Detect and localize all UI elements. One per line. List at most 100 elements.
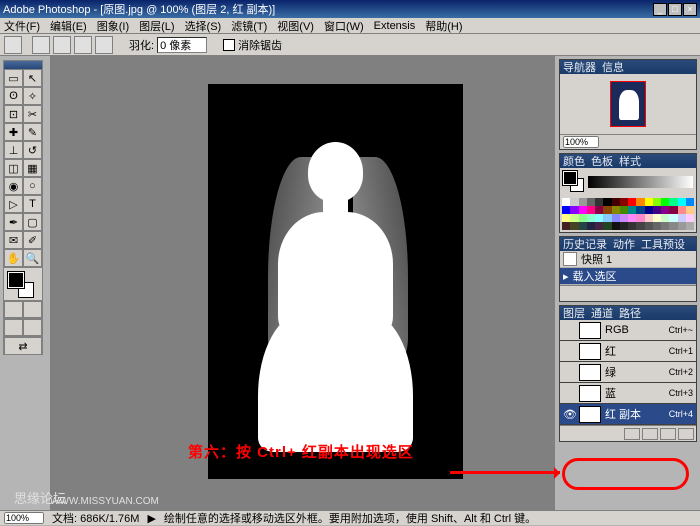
slice-tool-icon[interactable]: ✂ [23, 105, 42, 123]
navigator-zoom-input[interactable] [563, 136, 599, 148]
swatch-cell[interactable] [595, 214, 603, 222]
history-snapshot-row[interactable]: 快照 1 [560, 251, 696, 268]
toolbox-header[interactable] [4, 61, 42, 69]
swatch-cell[interactable] [661, 206, 669, 214]
tab-styles[interactable]: 样式 [619, 153, 641, 169]
swatch-cell[interactable] [579, 222, 587, 230]
selection-add-icon[interactable] [53, 36, 71, 54]
channel-thumbnail[interactable] [579, 406, 601, 423]
stamp-tool-icon[interactable]: ⊥ [4, 141, 23, 159]
menu-extensis[interactable]: Extensis [374, 20, 416, 32]
lasso-tool-icon[interactable] [4, 36, 22, 54]
swatch-cell[interactable] [653, 214, 661, 222]
move-tool-icon[interactable]: ↖ [23, 69, 42, 87]
swatch-cell[interactable] [620, 198, 628, 206]
new-channel-icon[interactable] [660, 428, 676, 440]
swatch-cell[interactable] [620, 222, 628, 230]
menu-view[interactable]: 视图(V) [277, 18, 314, 34]
jump-to-icon[interactable]: ⇄ [4, 337, 42, 355]
swatch-cell[interactable] [603, 214, 611, 222]
standard-mode-icon[interactable] [4, 301, 23, 318]
swatch-cell[interactable] [636, 214, 644, 222]
visibility-icon[interactable] [563, 324, 575, 336]
channel-row[interactable]: 蓝Ctrl+3 [560, 383, 696, 404]
swatch-cell[interactable] [645, 222, 653, 230]
screen-mode-1-icon[interactable] [4, 319, 23, 336]
swatch-cell[interactable] [645, 214, 653, 222]
tab-color[interactable]: 颜色 [563, 153, 585, 169]
lasso-tool-icon[interactable]: ʘ [4, 87, 23, 105]
swatch-cell[interactable] [636, 198, 644, 206]
gradient-tool-icon[interactable]: ▦ [23, 159, 42, 177]
tab-channels[interactable]: 通道 [591, 305, 613, 321]
tab-navigator[interactable]: 导航器 [563, 59, 596, 75]
channel-row[interactable]: RGBCtrl+~ [560, 320, 696, 341]
swatch-cell[interactable] [579, 206, 587, 214]
swatch-cell[interactable] [612, 222, 620, 230]
hand-tool-icon[interactable]: ✋ [4, 249, 23, 267]
swatch-cell[interactable] [653, 198, 661, 206]
close-button[interactable]: × [683, 3, 697, 16]
swatch-cell[interactable] [603, 222, 611, 230]
selection-subtract-icon[interactable] [74, 36, 92, 54]
brush-tool-icon[interactable]: ✎ [23, 123, 42, 141]
swatch-cell[interactable] [645, 198, 653, 206]
type-tool-icon[interactable]: T [23, 195, 42, 213]
pen-tool-icon[interactable]: ✒ [4, 213, 23, 231]
dodge-tool-icon[interactable]: ○ [23, 177, 42, 195]
swatch-cell[interactable] [579, 214, 587, 222]
swatch-cell[interactable] [661, 222, 669, 230]
foreground-color-swatch[interactable] [8, 272, 24, 288]
swatch-cell[interactable] [620, 206, 628, 214]
minimize-button[interactable]: _ [653, 3, 667, 16]
swatch-cell[interactable] [570, 198, 578, 206]
shape-tool-icon[interactable]: ▢ [23, 213, 42, 231]
swatch-cell[interactable] [612, 198, 620, 206]
zoom-tool-icon[interactable]: 🔍 [23, 249, 42, 267]
tab-toolpresets[interactable]: 工具预设 [641, 236, 685, 252]
load-selection-icon[interactable] [624, 428, 640, 440]
swatch-cell[interactable] [636, 206, 644, 214]
notes-tool-icon[interactable]: ✉ [4, 231, 23, 249]
channel-thumbnail[interactable] [579, 364, 601, 381]
menu-image[interactable]: 图象(I) [97, 18, 129, 34]
marquee-tool-icon[interactable]: ▭ [4, 69, 23, 87]
channel-thumbnail[interactable] [579, 385, 601, 402]
swatch-grid[interactable] [562, 198, 694, 230]
swatch-cell[interactable] [678, 198, 686, 206]
tab-swatches[interactable]: 色板 [591, 153, 613, 169]
menu-help[interactable]: 帮助(H) [425, 18, 462, 34]
swatch-cell[interactable] [587, 206, 595, 214]
swatch-cell[interactable] [595, 222, 603, 230]
channel-row[interactable]: 红Ctrl+1 [560, 341, 696, 362]
swatch-cell[interactable] [678, 222, 686, 230]
heal-tool-icon[interactable]: ✚ [4, 123, 23, 141]
panel-fg-swatch[interactable] [563, 171, 577, 185]
menu-filter[interactable]: 滤镜(T) [231, 18, 267, 34]
menu-window[interactable]: 窗口(W) [324, 18, 364, 34]
swatch-cell[interactable] [653, 206, 661, 214]
visibility-icon[interactable] [563, 387, 575, 399]
swatch-cell[interactable] [587, 214, 595, 222]
tab-paths[interactable]: 路径 [619, 305, 641, 321]
save-selection-icon[interactable] [642, 428, 658, 440]
visibility-icon[interactable] [563, 345, 575, 357]
channel-row[interactable]: 👁红 副本Ctrl+4 [560, 404, 696, 425]
swatch-cell[interactable] [620, 214, 628, 222]
swatch-cell[interactable] [612, 206, 620, 214]
swatch-cell[interactable] [636, 222, 644, 230]
swatch-cell[interactable] [645, 206, 653, 214]
document-canvas[interactable] [208, 84, 463, 479]
swatch-cell[interactable] [686, 198, 694, 206]
swatch-cell[interactable] [661, 214, 669, 222]
menu-select[interactable]: 选择(S) [185, 18, 222, 34]
swatch-cell[interactable] [628, 198, 636, 206]
selection-new-icon[interactable] [32, 36, 50, 54]
swatch-cell[interactable] [686, 222, 694, 230]
screen-mode-2-icon[interactable] [23, 319, 42, 336]
tab-actions[interactable]: 动作 [613, 236, 635, 252]
swatch-cell[interactable] [595, 206, 603, 214]
navigator-thumbnail[interactable] [610, 81, 646, 127]
tab-info[interactable]: 信息 [602, 59, 624, 75]
swatch-cell[interactable] [686, 206, 694, 214]
